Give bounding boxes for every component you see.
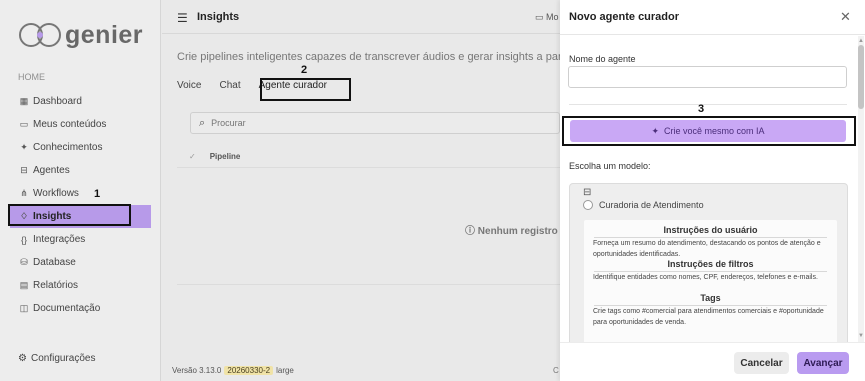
report-icon: ▤ <box>19 280 29 290</box>
section-text-tags: Crie tags como #comercial para atendimen… <box>593 308 824 326</box>
footer-extra: C <box>553 366 559 375</box>
drawer-footer: Cancelar Avançar <box>560 342 865 381</box>
divider <box>569 104 847 105</box>
nav-section-label: HOME <box>18 72 45 82</box>
code-braces-icon: {} <box>20 234 27 245</box>
sparkle-icon: ✦ <box>20 142 28 152</box>
search-input[interactable] <box>211 118 512 128</box>
sidebar-item-label: Meus conteúdos <box>33 119 107 130</box>
hamburger-menu-icon[interactable]: ☰ <box>177 11 188 25</box>
sidebar-item-label: Conhecimentos <box>33 142 103 153</box>
new-curator-drawer: Novo agente curador ✕ Nome do agente ✦ C… <box>560 0 865 381</box>
sidebar-item-documentacao[interactable]: ◫ Documentação <box>10 297 151 320</box>
sidebar-item-conhecimentos[interactable]: ✦ Conhecimentos <box>10 136 151 159</box>
folder-icon: ▭ <box>19 119 29 129</box>
sidebar-item-meus-conteudos[interactable]: ▭ Meus conteúdos <box>10 113 151 136</box>
next-button[interactable]: Avançar <box>797 352 849 374</box>
scroll-up-icon[interactable]: ▲ <box>858 38 864 44</box>
size-text: large <box>276 366 294 375</box>
scrollbar-thumb[interactable] <box>858 45 864 109</box>
sidebar-item-label: Documentação <box>33 303 101 314</box>
workflow-icon: ⋔ <box>20 188 28 198</box>
sidebar-item-label: Relatórios <box>33 280 79 291</box>
tab-voice[interactable]: Voice <box>177 80 201 98</box>
annotation-number-3: 3 <box>698 103 705 115</box>
database-icon: ⛁ <box>20 257 28 267</box>
drawer-body: Nome do agente ✦ Crie você mesmo com IA … <box>560 36 865 342</box>
sidebar-item-integracoes[interactable]: {} Integrações <box>10 228 151 251</box>
main-content: ☰ Insights ▭ Mo Crie pipelines inteligen… <box>162 0 560 381</box>
sidebar-item-dashboard[interactable]: ▦ Dashboard <box>10 90 151 113</box>
logo[interactable]: genier <box>18 18 143 52</box>
annotation-box-3 <box>562 116 856 146</box>
page-description: Crie pipelines inteligentes capazes de t… <box>177 51 560 63</box>
info-icon: ⓘ <box>465 226 475 237</box>
sidebar: genier HOME ▦ Dashboard ▭ Meus conteúdos… <box>0 0 161 381</box>
robot-icon: ⊟ <box>583 187 592 198</box>
monitor-button[interactable]: ▭ Mo <box>535 12 559 23</box>
section-text-filter-instructions: Identifique entidades como nomes, CPF, e… <box>593 274 818 281</box>
scroll-down-icon[interactable]: ▼ <box>858 333 864 339</box>
sidebar-item-database[interactable]: ⛁ Database <box>10 251 151 274</box>
sidebar-item-configuracoes[interactable]: ⚙ Configurações <box>18 353 95 364</box>
build-badge: 20260330-2 <box>224 366 274 375</box>
section-title-filter-instructions: Instruções de filtros <box>667 259 754 269</box>
close-icon[interactable]: ✕ <box>840 9 851 25</box>
section-text-user-instructions: Forneça um resumo do atendimento, destac… <box>593 240 821 258</box>
sidebar-item-label: Database <box>33 257 76 268</box>
select-all-checkbox[interactable]: ✓ <box>189 152 196 161</box>
sidebar-item-label: Agentes <box>33 165 70 176</box>
section-title-tags: Tags <box>700 293 721 303</box>
logo-text: genier <box>65 20 144 49</box>
agent-name-label: Nome do agente <box>569 54 636 64</box>
gear-icon: ⚙ <box>18 353 27 364</box>
sidebar-item-relatorios[interactable]: ▤ Relatórios <box>10 274 151 297</box>
monitor-icon: ▭ <box>535 12 544 22</box>
drawer-header: Novo agente curador ✕ <box>560 0 865 35</box>
sidebar-item-label: Dashboard <box>33 96 82 107</box>
model-card[interactable]: ⊟ Curadoria de Atendimento Instruções do… <box>569 183 848 342</box>
page-title: Insights <box>197 11 240 23</box>
search-icon: ⌕ <box>199 116 206 129</box>
annotation-box-1 <box>8 204 131 226</box>
model-details: Instruções do usuário Forneça um resumo … <box>584 220 837 342</box>
empty-state-text: Nenhum registro <box>477 226 558 237</box>
agent-name-input[interactable] <box>568 66 847 88</box>
annotation-number-1: 1 <box>94 188 101 200</box>
version-footer: Versão 3.13.0 20260330-2 large <box>172 366 294 375</box>
grid-icon: ▦ <box>19 96 29 106</box>
sidebar-item-workflows[interactable]: ⋔ Workflows <box>10 182 151 205</box>
logo-mark-icon <box>19 23 61 47</box>
model-radio[interactable] <box>583 200 593 210</box>
sidebar-item-label: Workflows <box>33 188 79 199</box>
empty-state: ⓘ Nenhum registro <box>465 222 558 237</box>
column-header-pipeline[interactable]: Pipeline <box>210 152 241 161</box>
search-box[interactable]: ⌕ <box>190 112 560 134</box>
annotation-number-2: 2 <box>301 64 308 76</box>
robot-icon: ⊟ <box>20 165 28 175</box>
table-header: ✓ Pipeline <box>177 146 560 168</box>
cancel-button[interactable]: Cancelar <box>734 352 789 374</box>
model-name: Curadoria de Atendimento <box>599 200 704 210</box>
book-icon: ◫ <box>19 303 29 313</box>
sidebar-item-label: Configurações <box>30 353 96 364</box>
annotation-box-2 <box>260 78 351 101</box>
monitor-label: Mo <box>546 12 559 22</box>
top-bar: ☰ Insights ▭ Mo <box>162 0 560 34</box>
version-text: Versão 3.13.0 <box>172 366 222 375</box>
drawer-title: Novo agente curador <box>569 11 680 23</box>
sidebar-item-agentes[interactable]: ⊟ Agentes <box>10 159 151 182</box>
tab-chat[interactable]: Chat <box>219 80 240 98</box>
sidebar-item-label: Integrações <box>33 234 86 245</box>
section-title-user-instructions: Instruções do usuário <box>663 225 758 235</box>
model-label: Escolha um modelo: <box>569 161 651 171</box>
drawer-scrollbar[interactable] <box>858 36 864 342</box>
